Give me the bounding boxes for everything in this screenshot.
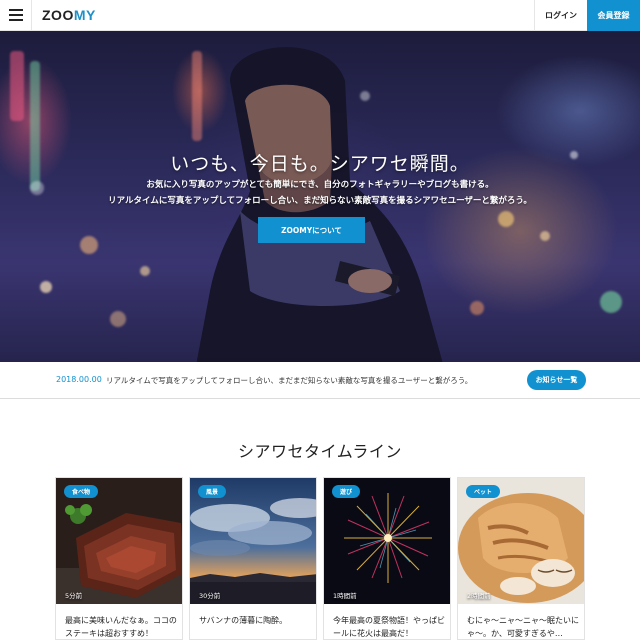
bokeh-light (10, 51, 24, 121)
news-bar: 2018.00.00 リアルタイムで写真をアップしてフォローし合い、まだまだ知ら… (0, 362, 640, 399)
login-button[interactable]: ログイン (534, 0, 587, 31)
bokeh-light (540, 231, 550, 241)
hero-title: いつも、今日も。シアワセ瞬間。 (170, 153, 470, 175)
card-caption: 最高に美味いんだなぁ。ココのステーキは超おすすめ！ (65, 616, 177, 638)
about-zoomy-button[interactable]: ZOOMYについて (258, 217, 365, 243)
news-date: 2018.00.00 (56, 375, 102, 384)
post-time: 2時間前 (467, 592, 491, 600)
card-caption: サバンナの薄暮に陶酔。 (199, 616, 288, 625)
header-divider (31, 0, 32, 31)
timeline-card[interactable]: 遊び 1時間前 今年最高の夏祭物語！やっぱビールに花火は最高だ！ (323, 477, 451, 640)
hero-subtitle-line2: リアルタイムに写真をアップしてフォローし合い、まだ知らない素敵写真を撮るシアワセ… (108, 196, 532, 206)
card-caption: 今年最高の夏祭物語！やっぱビールに花火は最高だ！ (333, 616, 445, 638)
site-header: ZOOMY ログイン 会員登録 (0, 0, 640, 31)
category-tag[interactable]: 風景 (198, 485, 227, 498)
timeline-card[interactable]: 風景 30分前 サバンナの薄暮に陶酔。 (189, 477, 317, 640)
timeline-card[interactable]: ペット 2時間前 むにゃ〜ニャ〜ニャ〜眠たいにゃ〜。か、可愛すぎるや… (457, 477, 585, 640)
site-logo[interactable]: ZOOMY (42, 7, 96, 23)
news-list-button[interactable]: お知らせ一覧 (527, 370, 586, 390)
bokeh-light (470, 301, 484, 315)
signup-button[interactable]: 会員登録 (587, 0, 640, 31)
hamburger-menu-icon[interactable] (9, 9, 23, 21)
bokeh-light (498, 211, 514, 227)
bokeh-light (40, 281, 52, 293)
card-caption: むにゃ〜ニャ〜ニャ〜眠たいにゃ〜。か、可愛すぎるや… (467, 616, 579, 638)
bokeh-light (140, 266, 150, 276)
timeline-title: シアワセタイムライン (238, 442, 402, 461)
category-tag[interactable]: ペット (466, 485, 501, 498)
timeline-card[interactable]: 食べ物 5分前 最高に美味いんだなぁ。ココのステーキは超おすすめ！ (55, 477, 183, 640)
bokeh-light (110, 311, 126, 327)
hero-banner: いつも、今日も。シアワセ瞬間。 お気に入り写真のアップがとても簡単にでき、自分の… (0, 31, 640, 362)
category-tag[interactable]: 遊び (332, 485, 361, 498)
category-tag[interactable]: 食べ物 (64, 485, 99, 498)
bokeh-light (600, 291, 622, 313)
post-time: 1時間前 (333, 592, 357, 600)
post-time: 5分前 (65, 592, 83, 600)
post-time: 30分前 (199, 592, 221, 600)
bokeh-light (80, 236, 98, 254)
hero-subtitle-line1: お気に入り写真のアップがとても簡単にでき、自分のフォトギャラリーやブログも書ける… (146, 180, 494, 190)
news-text[interactable]: リアルタイムで写真をアップしてフォローし合い、まだまだ知らない素敵な写真を撮るユ… (106, 375, 472, 386)
